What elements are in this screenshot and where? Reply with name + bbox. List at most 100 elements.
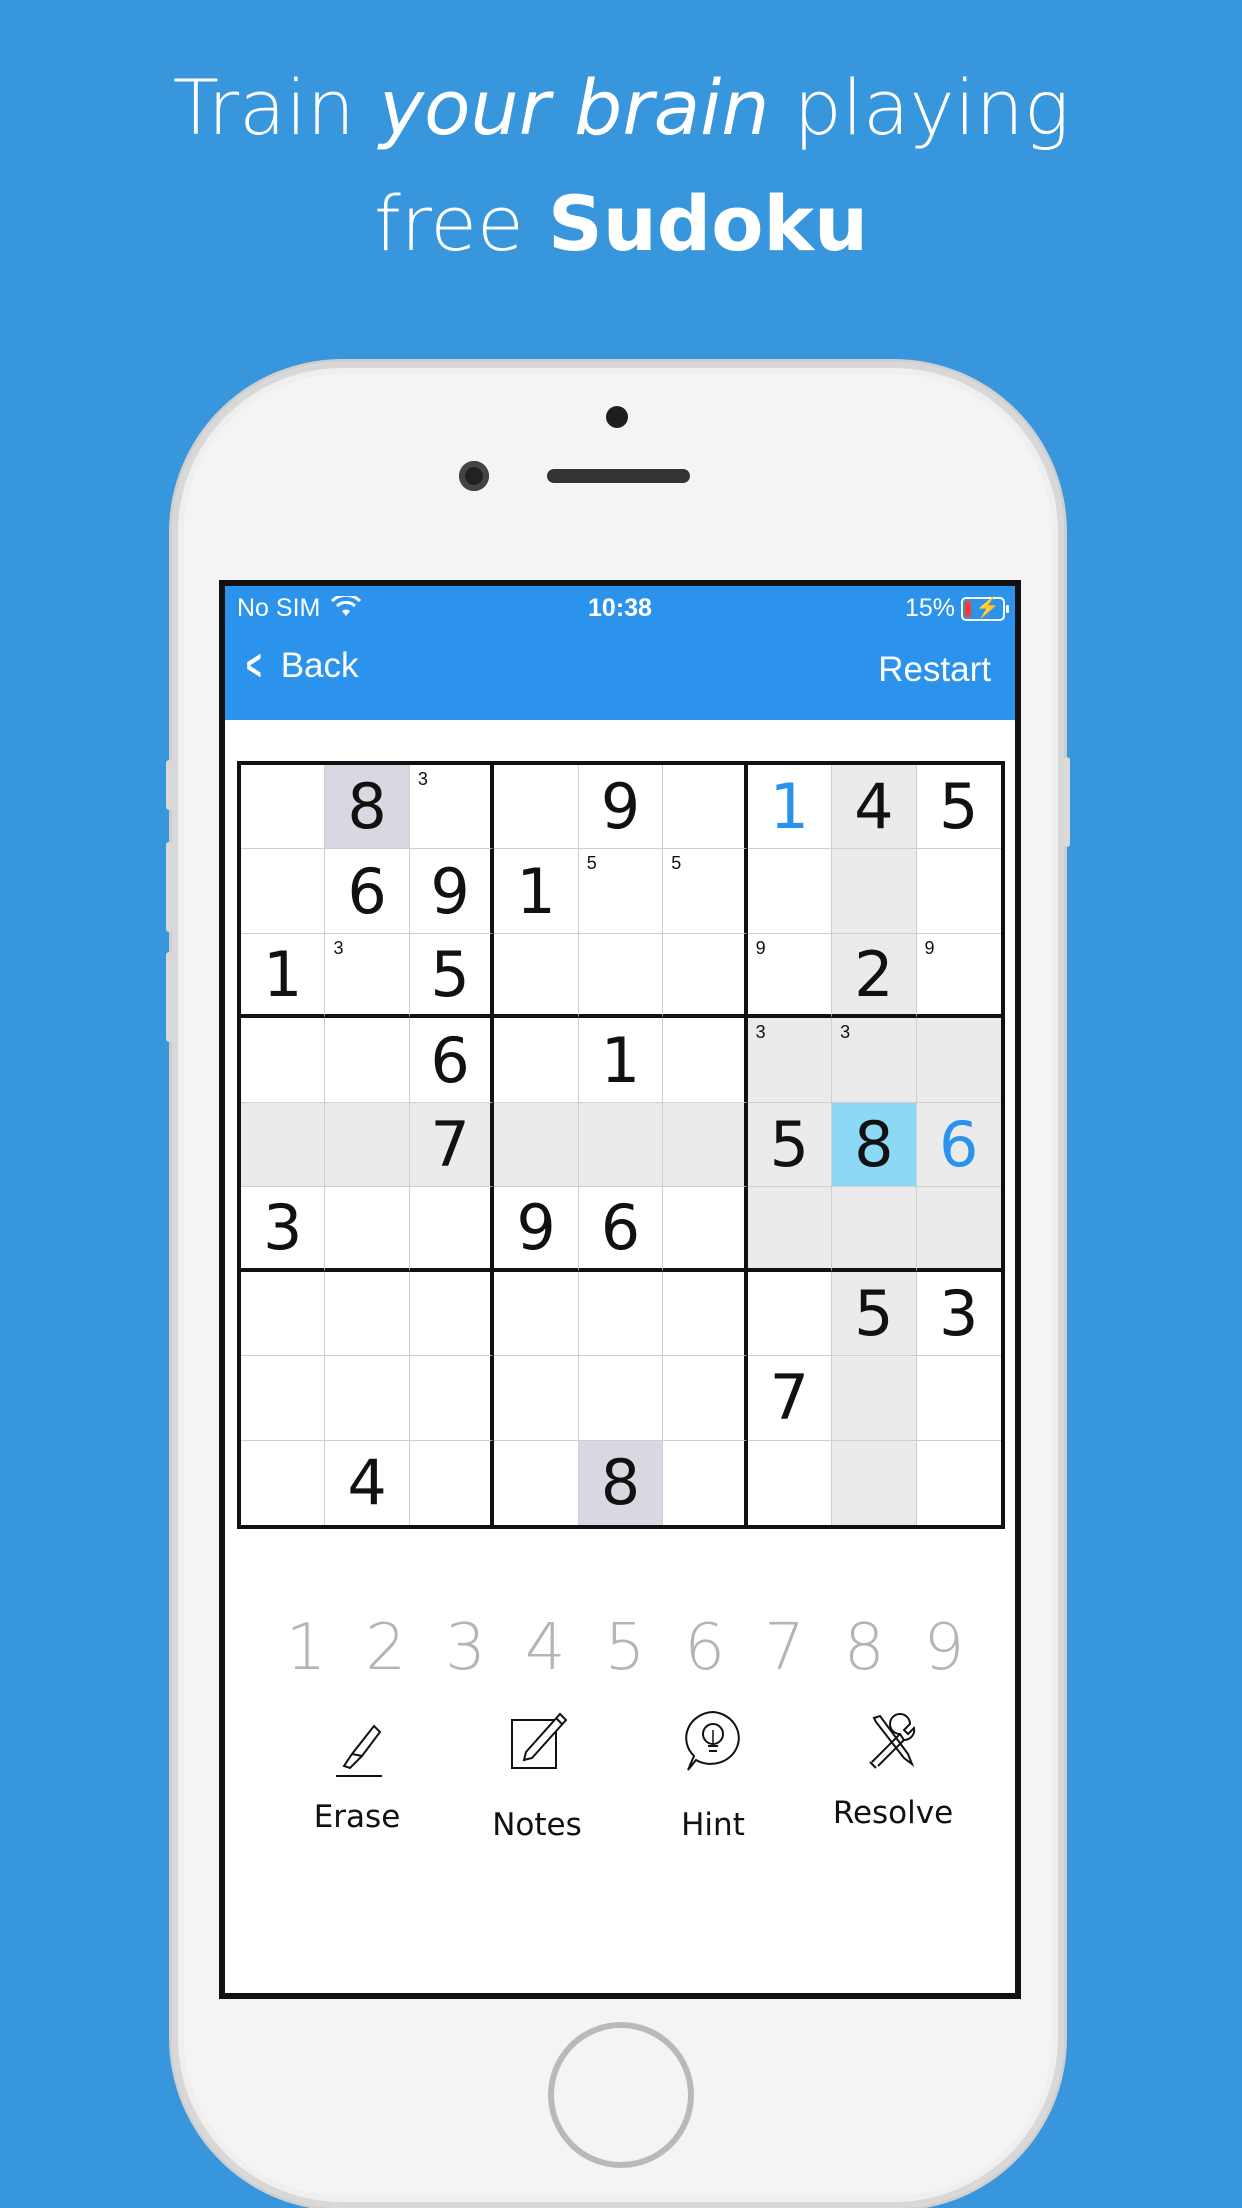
grid-cell[interactable] xyxy=(325,1102,410,1188)
home-button[interactable] xyxy=(548,2022,694,2168)
grid-cell[interactable]: 8 xyxy=(578,1440,664,1525)
grid-cell[interactable]: 1 xyxy=(747,765,833,850)
grid-cell[interactable] xyxy=(663,933,748,1019)
mute-switch xyxy=(166,760,172,810)
number-key[interactable]: 4 xyxy=(514,1611,576,1685)
back-button[interactable]: < Back xyxy=(241,644,358,688)
grid-cell[interactable] xyxy=(916,849,1001,934)
grid-cell[interactable] xyxy=(663,1187,748,1272)
grid-cell[interactable] xyxy=(409,1187,495,1272)
grid-cell[interactable] xyxy=(241,1018,326,1103)
grid-cell[interactable] xyxy=(747,1271,833,1357)
hint-button[interactable]: Hint xyxy=(633,1706,793,1843)
number-key[interactable]: 3 xyxy=(435,1611,497,1685)
grid-cell[interactable] xyxy=(663,1271,748,1357)
grid-cell[interactable]: 3 xyxy=(241,1187,326,1272)
grid-cell[interactable]: 9 xyxy=(409,849,495,934)
number-key[interactable]: 8 xyxy=(833,1611,895,1685)
grid-cell[interactable]: 8 xyxy=(325,765,410,850)
grid-cell[interactable] xyxy=(494,1102,579,1188)
grid-cell[interactable]: 4 xyxy=(832,765,917,850)
erase-button[interactable]: Erase xyxy=(277,1716,437,1835)
grid-cell[interactable] xyxy=(663,1102,748,1188)
grid-cell[interactable] xyxy=(663,1440,748,1525)
grid-cell[interactable]: 5 xyxy=(747,1102,833,1188)
grid-cell[interactable]: 1 xyxy=(494,849,579,934)
grid-cell[interactable]: 6 xyxy=(916,1102,1001,1188)
grid-cell[interactable]: 3 xyxy=(916,1272,1001,1357)
grid-cell[interactable] xyxy=(916,1018,1001,1103)
grid-cell[interactable]: 9 xyxy=(578,765,664,850)
grid-cell[interactable] xyxy=(494,1271,579,1357)
grid-cell[interactable] xyxy=(409,1356,495,1441)
grid-cell[interactable]: 6 xyxy=(578,1187,664,1272)
grid-cell[interactable]: 3 xyxy=(325,933,410,1019)
grid-cell[interactable]: 8 xyxy=(832,1102,917,1188)
number-key[interactable]: 5 xyxy=(594,1611,656,1685)
grid-cell[interactable]: 9 xyxy=(494,1187,579,1272)
grid-cell[interactable] xyxy=(241,849,326,934)
volume-down-button xyxy=(166,952,172,1042)
grid-cell[interactable] xyxy=(410,1440,495,1525)
grid-cell[interactable]: 5 xyxy=(916,765,1001,850)
resolve-button[interactable]: Resolve xyxy=(813,1706,973,1831)
notes-button[interactable]: Notes xyxy=(457,1706,617,1843)
grid-cell[interactable] xyxy=(916,1356,1001,1441)
grid-cell[interactable] xyxy=(409,1271,495,1357)
grid-cell[interactable]: 5 xyxy=(663,849,748,934)
grid-cell[interactable]: 3 xyxy=(832,1018,917,1103)
grid-cell[interactable] xyxy=(494,1440,579,1525)
grid-cell[interactable] xyxy=(663,1356,748,1441)
grid-cell[interactable]: 1 xyxy=(241,933,326,1019)
restart-button[interactable]: Restart xyxy=(878,650,991,690)
front-camera xyxy=(459,461,489,491)
grid-cell[interactable]: 3 xyxy=(409,765,495,850)
number-key[interactable]: 7 xyxy=(754,1611,816,1685)
grid-cell[interactable] xyxy=(241,1440,326,1525)
grid-cell[interactable] xyxy=(241,1271,326,1357)
grid-cell[interactable] xyxy=(663,1018,748,1103)
grid-cell[interactable] xyxy=(241,765,326,850)
grid-cell[interactable]: 7 xyxy=(747,1356,833,1441)
grid-cell[interactable] xyxy=(748,1440,833,1525)
grid-cell[interactable] xyxy=(494,1356,579,1441)
grid-cell[interactable] xyxy=(832,1440,917,1525)
grid-cell[interactable] xyxy=(578,1102,664,1188)
grid-cell[interactable] xyxy=(325,1356,410,1441)
grid-cell[interactable] xyxy=(832,1356,917,1441)
grid-cell[interactable]: 6 xyxy=(325,849,410,934)
grid-cell[interactable] xyxy=(578,933,664,1019)
grid-cell[interactable] xyxy=(241,1102,326,1188)
grid-cell[interactable]: 1 xyxy=(578,1018,664,1103)
grid-cell[interactable]: 2 xyxy=(832,933,917,1019)
grid-cell[interactable]: 4 xyxy=(325,1440,410,1525)
grid-cell[interactable] xyxy=(663,765,748,850)
grid-cell[interactable]: 3 xyxy=(747,1018,833,1103)
grid-cell[interactable] xyxy=(578,1356,664,1441)
grid-cell[interactable] xyxy=(494,765,579,850)
grid-cell[interactable] xyxy=(916,1187,1001,1272)
grid-cell[interactable]: 9 xyxy=(747,933,833,1019)
grid-cell[interactable] xyxy=(747,849,833,934)
grid-cell[interactable]: 6 xyxy=(409,1018,495,1103)
grid-cell[interactable]: 9 xyxy=(916,934,1001,1019)
grid-cell[interactable] xyxy=(325,1018,410,1103)
number-key[interactable]: 9 xyxy=(913,1611,975,1685)
grid-cell[interactable] xyxy=(494,933,579,1019)
grid-cell[interactable]: 7 xyxy=(409,1102,495,1188)
grid-cell[interactable] xyxy=(325,1271,410,1357)
number-key[interactable]: 6 xyxy=(674,1611,736,1685)
grid-cell[interactable] xyxy=(832,1187,917,1272)
grid-cell[interactable] xyxy=(578,1271,664,1357)
grid-cell[interactable] xyxy=(241,1356,326,1441)
grid-cell[interactable] xyxy=(832,849,917,934)
grid-cell[interactable] xyxy=(917,1441,1001,1525)
grid-cell[interactable] xyxy=(747,1187,833,1272)
grid-cell[interactable] xyxy=(494,1018,579,1103)
grid-cell[interactable]: 5 xyxy=(578,849,664,934)
number-key[interactable]: 2 xyxy=(355,1611,417,1685)
number-key[interactable]: 1 xyxy=(275,1611,337,1685)
grid-cell[interactable]: 5 xyxy=(409,933,495,1019)
grid-cell[interactable] xyxy=(325,1187,410,1272)
grid-cell[interactable]: 5 xyxy=(832,1271,917,1357)
